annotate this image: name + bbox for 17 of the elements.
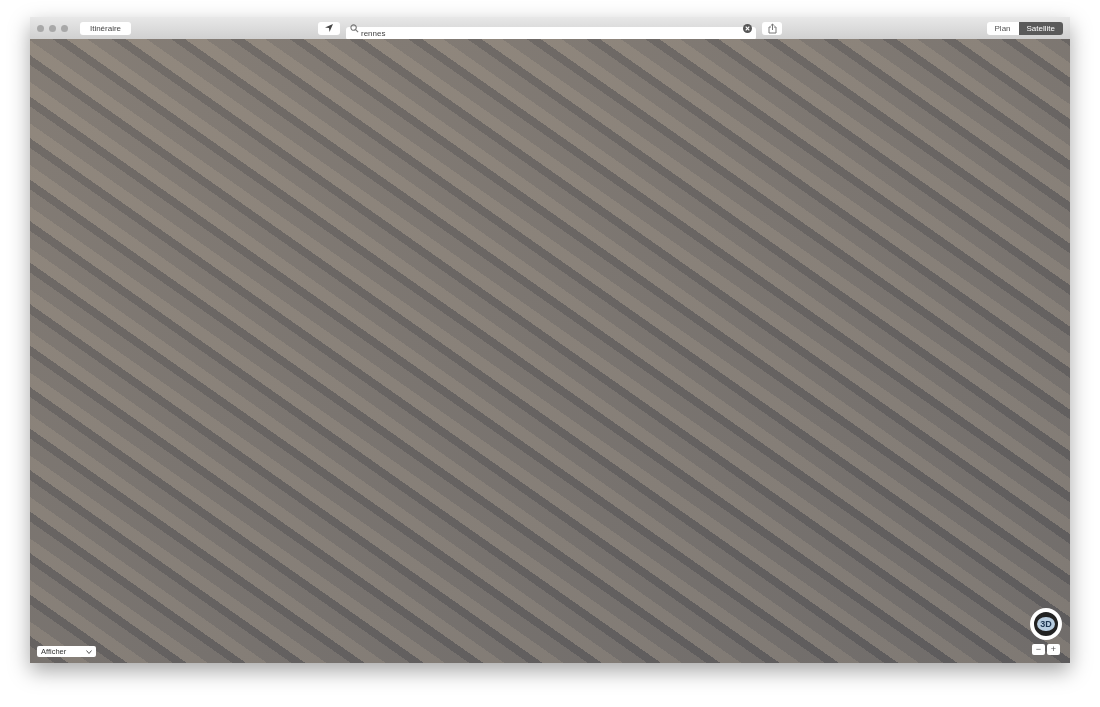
caret-icon xyxy=(86,649,92,654)
zoom-out-button[interactable]: − xyxy=(1032,644,1045,655)
zoom-in-button[interactable]: + xyxy=(1047,644,1060,655)
zoom-button[interactable] xyxy=(61,24,68,32)
minimize-button[interactable] xyxy=(49,24,56,32)
clear-icon[interactable] xyxy=(743,23,752,33)
share-icon xyxy=(767,22,777,34)
close-button[interactable] xyxy=(37,24,44,32)
search-icon xyxy=(350,23,359,33)
search-field[interactable]: rennes xyxy=(346,26,756,40)
location-button[interactable] xyxy=(318,21,340,35)
directions-button[interactable]: Itinéraire xyxy=(80,21,131,35)
share-button[interactable] xyxy=(762,21,782,35)
compass-control[interactable]: 3D xyxy=(1030,608,1062,640)
view-tab[interactable]: Plan xyxy=(986,21,1019,35)
view-tab[interactable]: Satellite xyxy=(1018,21,1063,35)
location-arrow-icon xyxy=(324,23,334,33)
